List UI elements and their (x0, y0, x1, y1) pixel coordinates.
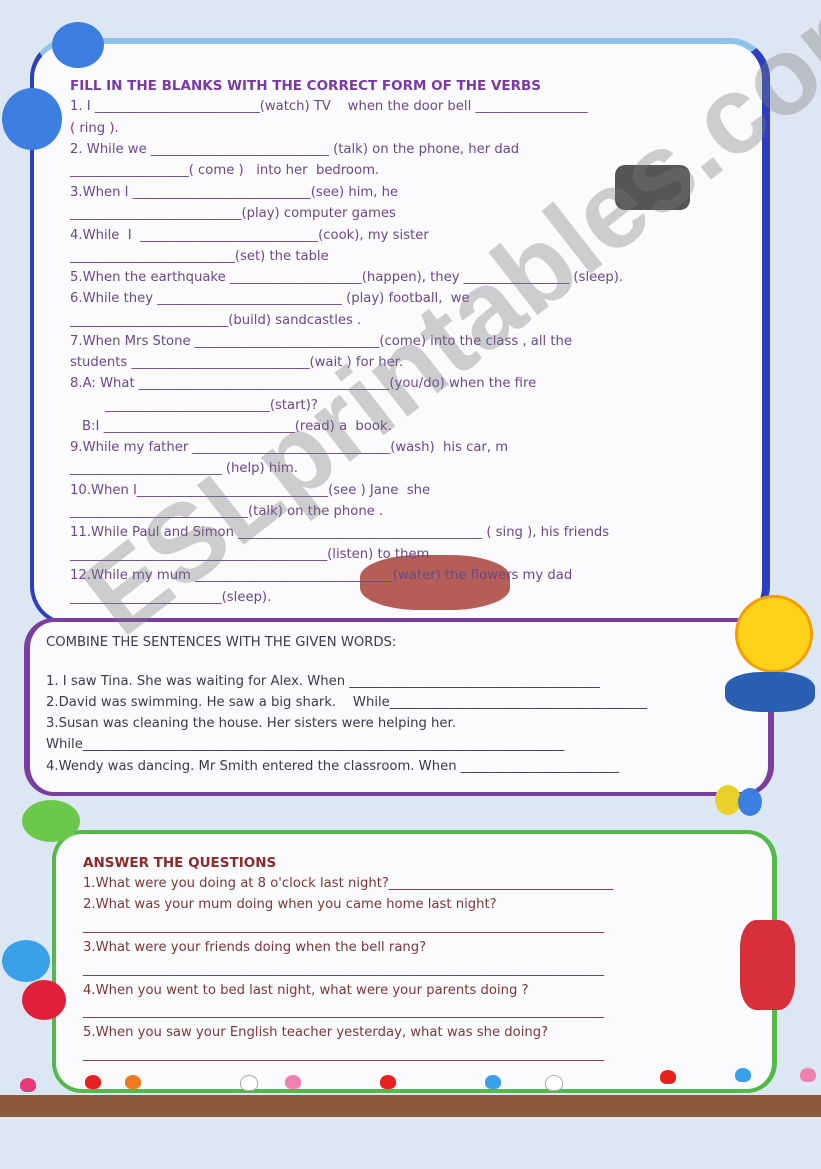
exercise-line: ( ring ). (70, 121, 119, 136)
exercise-line: 8.A: What ______________________________… (70, 376, 537, 391)
flower-icon (660, 1070, 676, 1084)
exercise-line: 4.Wendy was dancing. Mr Smith entered th… (46, 759, 619, 774)
exercise-line: _______________________________________(… (70, 547, 430, 562)
flower-icon (20, 1078, 36, 1092)
exercise-line: 12.While my mum ________________________… (70, 568, 573, 583)
flower-icon (285, 1075, 301, 1089)
flower-icon (545, 1075, 563, 1091)
exercise-line: 1. I saw Tina. She was waiting for Alex.… (46, 674, 600, 689)
exercise-line: 9.While my father ______________________… (70, 440, 509, 455)
question-line: 5.When you saw your English teacher yest… (83, 1025, 549, 1040)
flower-icon (85, 1075, 101, 1089)
butterfly-icon (2, 88, 62, 150)
flower-icon (735, 1068, 751, 1082)
exercise-line: B:I _____________________________(read) … (82, 419, 392, 434)
exercise-line: ________________________(build) sandcast… (70, 313, 362, 328)
exercise-line: 1. I _________________________(watch) TV… (70, 99, 588, 114)
flower-icon (800, 1068, 816, 1082)
ground-border (0, 1095, 821, 1117)
sun-icon (735, 595, 813, 673)
balloons-icon (738, 788, 762, 816)
woman-figure-icon (740, 920, 795, 1010)
question-line: 1.What were you doing at 8 o'clock last … (83, 876, 614, 891)
flower-icon (125, 1075, 141, 1089)
question-line: ________________________________________… (83, 919, 604, 934)
exercise-line: _______________________ (help) him. (70, 461, 298, 476)
exercise-line: _______________________(sleep). (70, 590, 272, 605)
exercise-line: ___________________________(talk) on the… (70, 504, 384, 519)
question-line: ________________________________________… (83, 1004, 604, 1019)
hearts-icon (22, 980, 66, 1020)
question-line: 2.What was your mum doing when you came … (83, 897, 497, 912)
exercise-line: 11.While Paul and Simon ________________… (70, 525, 610, 540)
question-line: ________________________________________… (83, 1047, 604, 1062)
exercise-line: _________________________(set) the table (70, 249, 329, 264)
swimmer-icon (725, 672, 815, 712)
exercise-line: 4.While I ___________________________(co… (70, 228, 429, 243)
question-line: 3.What were your friends doing when the … (83, 940, 427, 955)
flower-icon (485, 1075, 501, 1089)
exercise-line: 6.While they ___________________________… (70, 291, 470, 306)
exercise-line: 7.When Mrs Stone _______________________… (70, 334, 573, 349)
hearts-icon (2, 940, 50, 982)
tree-icon (22, 800, 80, 842)
butterfly-icon (52, 22, 104, 68)
exercise-line: 3.Susan was cleaning the house. Her sist… (46, 716, 456, 731)
question-line: ________________________________________… (83, 962, 604, 977)
flower-icon (240, 1075, 258, 1091)
section-title: ANSWER THE QUESTIONS (83, 855, 277, 871)
exercise-line: 3.When I ___________________________(see… (70, 185, 399, 200)
section-title: FILL IN THE BLANKS WITH THE CORRECT FORM… (70, 78, 542, 94)
exercise-line: __________________( come ) into her bedr… (70, 163, 380, 178)
section-title: COMBINE THE SENTENCES WITH THE GIVEN WOR… (46, 635, 397, 650)
exercise-line: _________________________(start)? (105, 398, 318, 413)
exercise-line: 10.When I_____________________________(s… (70, 483, 431, 498)
exercise-line: 2.David was swimming. He saw a big shark… (46, 695, 647, 710)
computer-kid-icon (615, 165, 690, 210)
flower-icon (380, 1075, 396, 1089)
exercise-line: 2. While we ___________________________ … (70, 142, 520, 157)
exercise-line: 5.When the earthquake __________________… (70, 270, 624, 285)
exercise-line: While___________________________________… (46, 737, 565, 752)
exercise-line: students ___________________________(wai… (70, 355, 404, 370)
question-line: 4.When you went to bed last night, what … (83, 983, 529, 998)
exercise-line: __________________________(play) compute… (70, 206, 396, 221)
